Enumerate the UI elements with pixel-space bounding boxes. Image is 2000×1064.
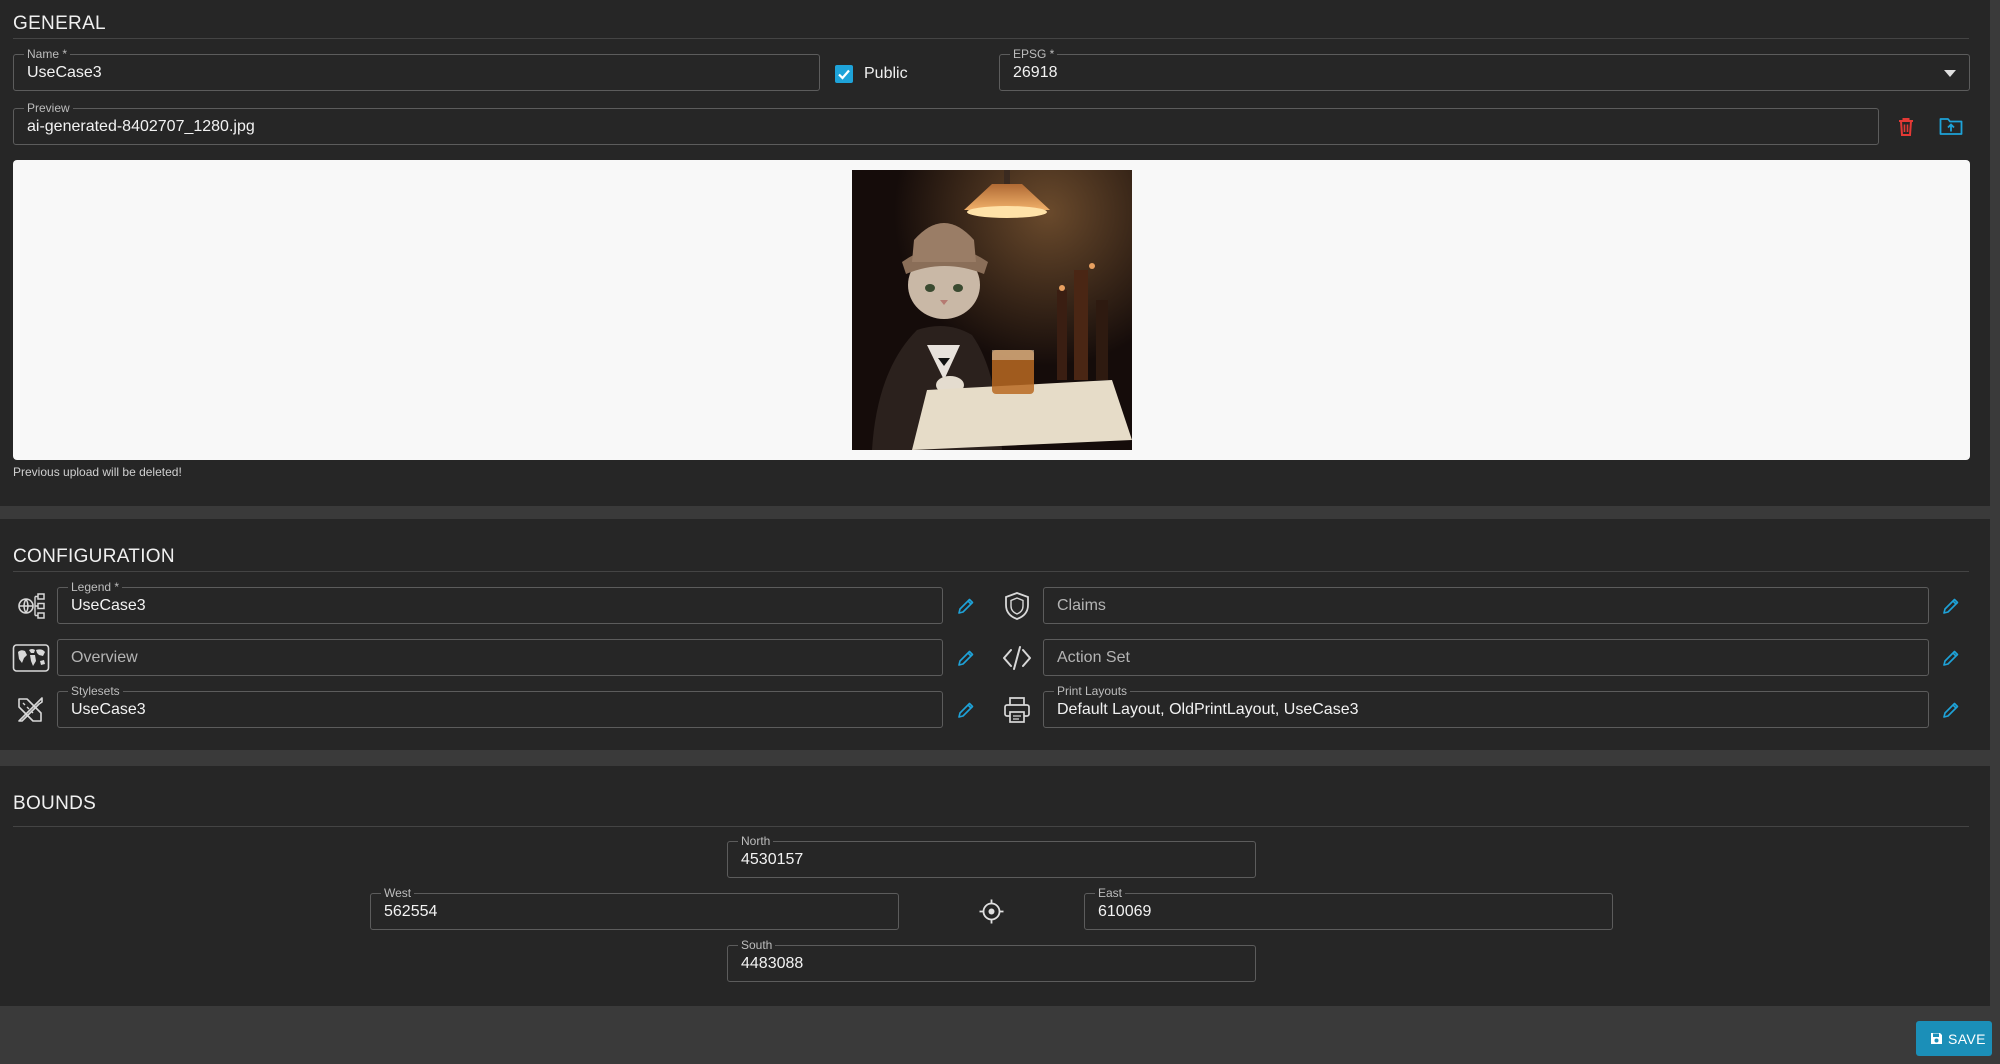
- name-value: UseCase3: [27, 64, 102, 81]
- preview-image: [852, 170, 1132, 450]
- cat-detective-picture: [852, 170, 1132, 450]
- south-label: South: [738, 938, 776, 952]
- overview-field[interactable]: Overview: [57, 639, 943, 676]
- action-set-edit-pencil-icon[interactable]: [1942, 649, 1960, 667]
- name-field[interactable]: Name * UseCase3: [13, 47, 820, 91]
- east-label: East: [1095, 886, 1126, 900]
- legend-label: Legend *: [68, 580, 123, 594]
- configuration-title: CONFIGURATION: [13, 546, 175, 567]
- crosshair-icon[interactable]: [979, 899, 1004, 924]
- stylesets-value: UseCase3: [71, 701, 146, 718]
- claims-field[interactable]: Claims: [1043, 587, 1929, 624]
- printer-icon: [1004, 697, 1030, 723]
- north-value: 4530157: [741, 851, 804, 868]
- west-field[interactable]: West 562554: [370, 886, 899, 930]
- bounds-title: BOUNDS: [13, 793, 97, 814]
- stylesets-field[interactable]: Stylesets UseCase3: [57, 684, 943, 728]
- west-value: 562554: [384, 903, 438, 920]
- print-layouts-field[interactable]: Print Layouts Default Layout, OldPrintLa…: [1043, 684, 1929, 728]
- overview-placeholder: Overview: [71, 649, 138, 666]
- action-set-placeholder: Action Set: [1057, 649, 1130, 666]
- layers-tree-icon: [18, 593, 45, 619]
- south-field[interactable]: South 4483088: [727, 938, 1256, 982]
- configuration-section: CONFIGURATION Legend * UseCase3 Claims O…: [0, 519, 1990, 750]
- epsg-select[interactable]: EPSG * 26918: [999, 47, 1970, 91]
- public-label: Public: [864, 65, 908, 82]
- general-title: GENERAL: [13, 13, 106, 34]
- north-label: North: [738, 834, 774, 848]
- preview-field[interactable]: Preview ai-generated-8402707_1280.jpg: [13, 101, 1879, 145]
- name-label: Name *: [24, 47, 71, 61]
- claims-placeholder: Claims: [1057, 597, 1106, 614]
- preview-label: Preview: [24, 101, 73, 115]
- claims-edit-pencil-icon[interactable]: [1942, 597, 1960, 615]
- west-label: West: [381, 886, 415, 900]
- check-icon: [838, 69, 850, 80]
- code-icon: [1003, 646, 1031, 670]
- shield-icon: [1005, 592, 1029, 620]
- legend-edit-pencil-icon[interactable]: [957, 597, 975, 615]
- general-section: GENERAL Name * UseCase3 Public EPSG * 26…: [0, 0, 1990, 506]
- configuration-divider: [13, 571, 1969, 572]
- south-value: 4483088: [741, 955, 804, 972]
- folder-upload-icon[interactable]: [1939, 116, 1963, 136]
- general-divider: [13, 38, 1969, 39]
- preview-image-container: [13, 160, 1970, 460]
- drafting-tools-icon: [18, 697, 43, 722]
- print-layouts-label: Print Layouts: [1054, 684, 1131, 698]
- floppy-disk-icon: [1931, 1033, 1942, 1044]
- preview-filename: ai-generated-8402707_1280.jpg: [27, 118, 255, 135]
- epsg-value: 26918: [1013, 64, 1058, 81]
- epsg-label: EPSG *: [1010, 47, 1058, 61]
- print-layouts-value: Default Layout, OldPrintLayout, UseCase3: [1057, 701, 1359, 718]
- trash-icon[interactable]: [1897, 117, 1915, 137]
- bounds-divider: [13, 826, 1969, 827]
- east-value: 610069: [1098, 903, 1152, 920]
- save-button[interactable]: SAVE: [1916, 1021, 1992, 1056]
- legend-field[interactable]: Legend * UseCase3: [57, 580, 943, 624]
- bounds-section: BOUNDS North 4530157 West 562554 East 61…: [0, 766, 1990, 1006]
- north-field[interactable]: North 4530157: [727, 834, 1256, 878]
- print-layouts-edit-pencil-icon[interactable]: [1942, 701, 1960, 719]
- save-label: SAVE: [1948, 1031, 1986, 1047]
- stylesets-edit-pencil-icon[interactable]: [957, 701, 975, 719]
- upload-hint: Previous upload will be deleted!: [13, 465, 182, 479]
- caret-down-icon: [1944, 70, 1956, 77]
- world-map-icon: [12, 644, 50, 672]
- legend-value: UseCase3: [71, 597, 146, 614]
- overview-edit-pencil-icon[interactable]: [957, 649, 975, 667]
- action-set-field[interactable]: Action Set: [1043, 639, 1929, 676]
- public-checkbox[interactable]: [835, 65, 853, 83]
- east-field[interactable]: East 610069: [1084, 886, 1613, 930]
- stylesets-label: Stylesets: [68, 684, 123, 698]
